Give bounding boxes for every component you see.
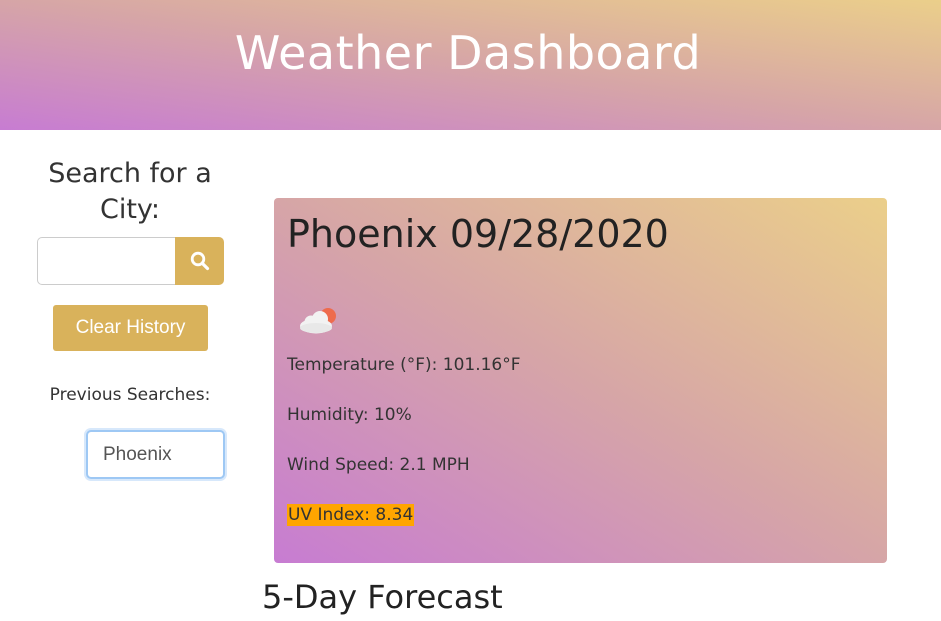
history-item-phoenix[interactable]: Phoenix [86,430,225,479]
wind-speed-text: Wind Speed: 2.1 MPH [287,455,470,475]
cloud-sun-icon [300,308,336,334]
city-search-input[interactable] [37,237,175,285]
app-header: Weather Dashboard [0,0,941,130]
uv-index-badge: UV Index: 8.34 [287,504,415,526]
search-group [37,237,224,285]
humidity-text: Humidity: 10% [287,405,412,425]
search-heading: Search for a City: [48,158,212,225]
current-weather-card: Phoenix 09/28/2020 Temperature (°F): 101… [274,198,887,563]
search-icon [190,251,209,271]
page-title: Weather Dashboard [234,26,702,80]
forecast-heading: 5-Day Forecast [262,578,503,616]
city-date-heading: Phoenix 09/28/2020 [287,212,669,256]
clear-history-button[interactable]: Clear History [53,305,208,351]
previous-searches-label: Previous Searches: [49,385,211,405]
temperature-text: Temperature (°F): 101.16°F [287,355,521,375]
search-button[interactable] [175,237,224,285]
